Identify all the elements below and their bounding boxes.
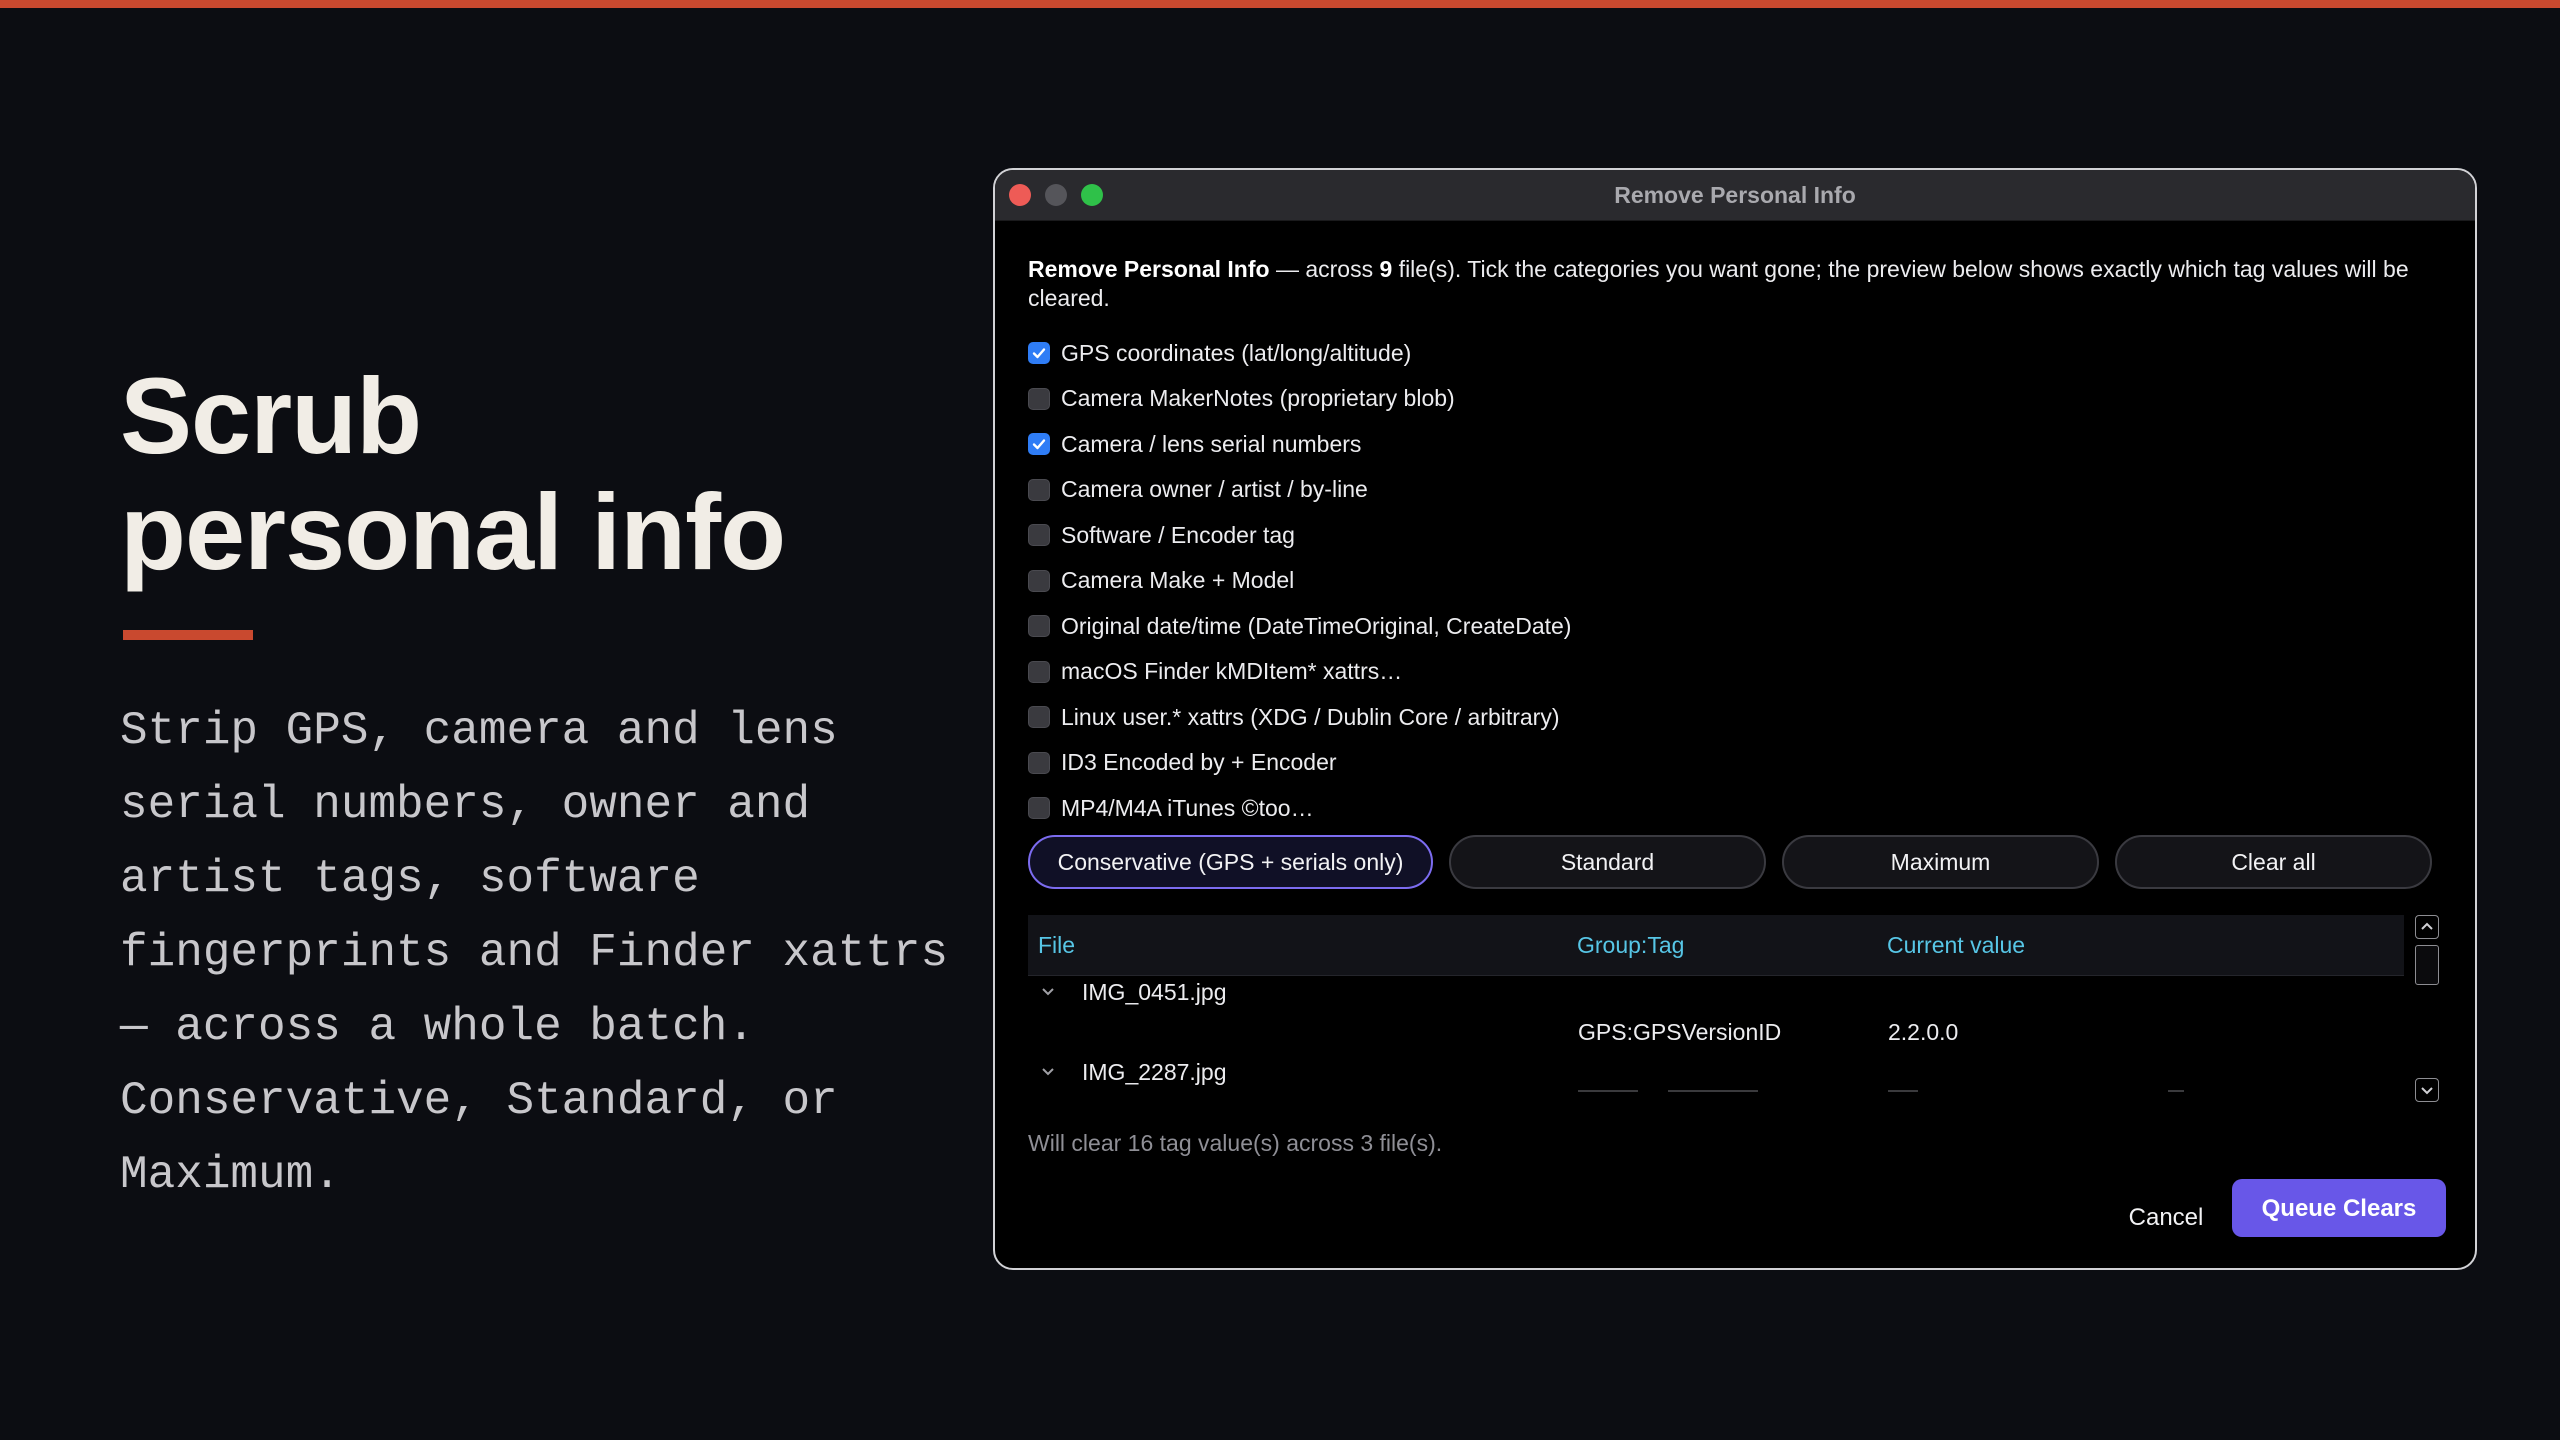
category-checkbox-row[interactable]: Camera owner / artist / by-line bbox=[1028, 475, 1368, 505]
hero-title: Scrub personal info bbox=[120, 358, 1000, 590]
tag-current-value: 2.2.0.0 bbox=[1888, 1019, 1959, 1045]
window-titlebar[interactable]: Remove Personal Info bbox=[995, 170, 2475, 221]
checkbox-unchecked[interactable] bbox=[1028, 524, 1050, 546]
hero-title-line-1: Scrub bbox=[120, 355, 422, 476]
queue-clears-button[interactable]: Queue Clears bbox=[2232, 1179, 2446, 1237]
category-checkbox-row[interactable]: MP4/M4A iTunes ©too… bbox=[1028, 793, 1314, 823]
chevron-down-icon[interactable] bbox=[1038, 982, 1058, 1002]
checkmark-icon bbox=[1032, 348, 1046, 359]
category-checkbox-row[interactable]: Linux user.* xattrs (XDG / Dublin Core /… bbox=[1028, 702, 1560, 732]
category-checkbox-row[interactable]: GPS coordinates (lat/long/altitude) bbox=[1028, 338, 1411, 368]
category-label: Linux user.* xattrs (XDG / Dublin Core /… bbox=[1061, 703, 1560, 730]
checkbox-unchecked[interactable] bbox=[1028, 569, 1050, 592]
chevron-down-icon bbox=[2421, 1087, 2433, 1095]
checkbox-unchecked[interactable] bbox=[1028, 615, 1050, 637]
column-header-file[interactable]: File bbox=[1038, 915, 1075, 975]
file-count: 9 bbox=[1379, 256, 1393, 282]
category-checkbox-row[interactable]: Camera MakerNotes (proprietary blob) bbox=[1028, 384, 1455, 414]
checkbox-unchecked[interactable] bbox=[1028, 478, 1050, 501]
intro-heading: Remove Personal Info bbox=[1028, 256, 1270, 282]
tag-row[interactable]: GPS:GPSVersionID 2.2.0.0 bbox=[1028, 1012, 2404, 1052]
preset-clear-all-button[interactable]: Clear all bbox=[2115, 835, 2432, 889]
hero-title-line-2: personal info bbox=[120, 471, 786, 592]
column-header-current-value[interactable]: Current value bbox=[1887, 915, 2025, 975]
checkbox-unchecked[interactable] bbox=[1028, 797, 1050, 819]
file-name: IMG_0451.jpg bbox=[1082, 979, 1227, 1005]
chevron-up-icon bbox=[2421, 922, 2433, 930]
intro-pre-count: — across bbox=[1269, 256, 1380, 282]
intro-text: Remove Personal Info — across 9 file(s).… bbox=[1028, 255, 2448, 313]
summary-text: Will clear 16 tag value(s) across 3 file… bbox=[1028, 1130, 1443, 1156]
checkbox-checked[interactable] bbox=[1028, 433, 1050, 455]
category-label: Camera MakerNotes (proprietary blob) bbox=[1061, 385, 1455, 411]
category-label: GPS coordinates (lat/long/altitude) bbox=[1061, 339, 1412, 366]
category-checkbox-row[interactable]: Camera Make + Model bbox=[1028, 566, 1294, 596]
scroll-thumb[interactable] bbox=[2415, 945, 2439, 985]
preset-buttons: Conservative (GPS + serials only) Standar… bbox=[1028, 835, 2445, 889]
tag-name: GPS:GPSVersionID bbox=[1578, 1019, 1782, 1045]
scroll-up-button[interactable] bbox=[2415, 915, 2439, 939]
file-name: IMG_2287.jpg bbox=[1082, 1059, 1227, 1085]
checkbox-unchecked[interactable] bbox=[1028, 660, 1050, 683]
checkbox-unchecked[interactable] bbox=[1028, 387, 1050, 410]
checkbox-unchecked[interactable] bbox=[1028, 706, 1050, 728]
category-label: MP4/M4A iTunes ©too… bbox=[1061, 794, 1314, 821]
category-checkbox-row[interactable]: Original date/time (DateTimeOriginal, Cr… bbox=[1028, 611, 1571, 641]
preset-standard-button[interactable]: Standard bbox=[1449, 835, 1766, 889]
preset-conservative-button[interactable]: Conservative (GPS + serials only) bbox=[1028, 835, 1433, 889]
checkbox-checked[interactable] bbox=[1028, 342, 1050, 364]
remove-personal-info-window: Remove Personal Info Remove Personal Inf… bbox=[993, 168, 2477, 1270]
file-row[interactable]: IMG_2287.jpg bbox=[1028, 1052, 2404, 1092]
table-body[interactable]: IMG_0451.jpg GPS:GPSVersionID 2.2.0.0 IM… bbox=[1028, 975, 2404, 1215]
checkmark-icon bbox=[1032, 439, 1046, 450]
category-checkbox-row[interactable]: ID3 Encoded by + Encoder bbox=[1028, 748, 1337, 778]
window-title: Remove Personal Info bbox=[1614, 182, 1856, 208]
accent-top-bar bbox=[0, 0, 2560, 8]
scroll-down-button[interactable] bbox=[2415, 1078, 2439, 1102]
table-header: File Group:Tag Current value bbox=[1028, 915, 2404, 976]
hero-accent-rule bbox=[123, 630, 253, 640]
checkbox-unchecked[interactable] bbox=[1028, 751, 1050, 774]
category-label: Original date/time (DateTimeOriginal, Cr… bbox=[1061, 612, 1572, 639]
category-label: macOS Finder kMDItem* xattrs… bbox=[1061, 658, 1403, 684]
table-scrollbar[interactable] bbox=[2409, 915, 2445, 1115]
hero-description: Strip GPS, camera and lens serial number… bbox=[120, 705, 949, 1201]
category-label: Camera owner / artist / by-line bbox=[1061, 476, 1368, 502]
category-checkbox-row[interactable]: Software / Encoder tag bbox=[1028, 520, 1295, 550]
category-label: Camera Make + Model bbox=[1061, 567, 1295, 593]
category-checkbox-row[interactable]: macOS Finder kMDItem* xattrs… bbox=[1028, 657, 1402, 687]
category-label: ID3 Encoded by + Encoder bbox=[1061, 749, 1337, 775]
category-label: Software / Encoder tag bbox=[1061, 521, 1295, 548]
file-row[interactable]: IMG_0451.jpg bbox=[1028, 975, 2404, 1012]
category-label: Camera / lens serial numbers bbox=[1061, 430, 1362, 457]
preset-maximum-button[interactable]: Maximum bbox=[1782, 835, 2099, 889]
chevron-down-icon[interactable] bbox=[1038, 1062, 1058, 1082]
clipped-row-hint bbox=[1028, 1087, 2404, 1097]
category-checkbox-row[interactable]: Camera / lens serial numbers bbox=[1028, 429, 1361, 459]
column-header-group-tag[interactable]: Group:Tag bbox=[1577, 915, 1684, 975]
